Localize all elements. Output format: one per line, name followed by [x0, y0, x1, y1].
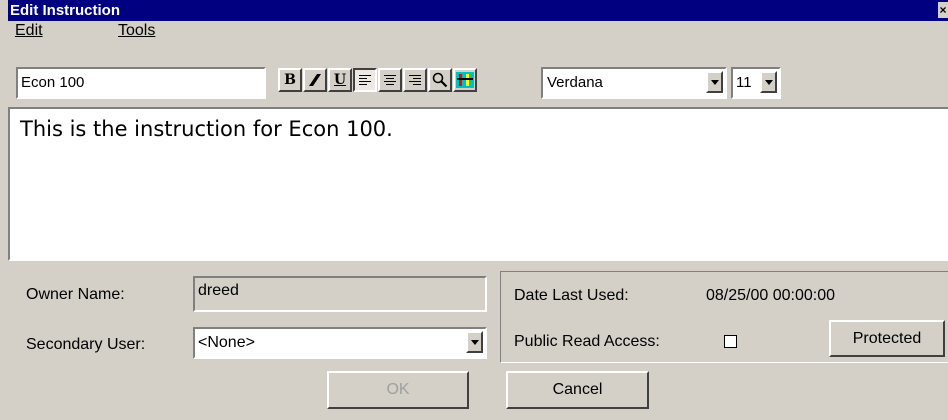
- align-left-icon: [359, 75, 371, 85]
- italic-icon: [309, 74, 321, 86]
- underline-button[interactable]: U: [328, 68, 352, 92]
- title-bar: Edit Instruction ×: [8, 0, 948, 21]
- bold-button[interactable]: B: [278, 68, 302, 92]
- align-right-icon: [409, 75, 421, 85]
- font-dropdown-button[interactable]: [706, 71, 723, 93]
- menu-edit-label: Edit: [15, 22, 43, 39]
- search-button[interactable]: [428, 68, 452, 92]
- ok-button[interactable]: OK: [327, 371, 469, 409]
- chevron-down-icon: [710, 79, 719, 85]
- secondary-user-dropdown-button[interactable]: [466, 331, 483, 353]
- chevron-down-icon: [764, 79, 773, 85]
- close-icon[interactable]: ×: [938, 2, 948, 18]
- size-dropdown-button[interactable]: [760, 71, 777, 93]
- instruction-text: This is the instruction for Econ 100.: [20, 117, 393, 141]
- color-picker-icon: [456, 72, 474, 88]
- menu-edit[interactable]: Edit: [15, 22, 43, 40]
- menu-bar: Edit Tools: [8, 21, 948, 41]
- color-picker-button[interactable]: [453, 68, 477, 92]
- font-size-select[interactable]: 11: [731, 67, 781, 99]
- chevron-down-icon: [470, 339, 479, 345]
- cancel-button[interactable]: Cancel: [506, 371, 649, 409]
- font-select-value: Verdana: [547, 74, 603, 91]
- instruction-name-input[interactable]: Econ 100: [16, 67, 266, 99]
- protected-button[interactable]: Protected: [829, 320, 945, 357]
- date-last-used-label: Date Last Used:: [514, 287, 629, 304]
- menu-tools[interactable]: Tools: [118, 22, 155, 40]
- public-read-access-label: Public Read Access:: [514, 333, 660, 350]
- secondary-user-select[interactable]: <None>: [193, 327, 487, 359]
- instruction-editor[interactable]: This is the instruction for Econ 100.: [8, 107, 948, 261]
- search-icon: [432, 72, 448, 88]
- owner-name-label: Owner Name:: [26, 286, 125, 303]
- menu-tools-label: Tools: [118, 22, 156, 39]
- secondary-user-value: <None>: [198, 334, 255, 351]
- align-center-icon: [384, 75, 396, 85]
- font-size-value: 11: [736, 74, 752, 91]
- align-center-button[interactable]: [378, 68, 402, 92]
- align-left-button[interactable]: [353, 68, 377, 92]
- edit-instruction-window: Edit Instruction × Edit Tools Econ 100 B…: [0, 0, 948, 420]
- secondary-user-label: Secondary User:: [26, 336, 146, 353]
- font-select[interactable]: Verdana: [541, 67, 727, 99]
- public-read-access-checkbox[interactable]: [724, 335, 737, 348]
- owner-name-field: dreed: [193, 276, 487, 312]
- window-title: Edit Instruction: [10, 2, 120, 19]
- italic-button[interactable]: [303, 68, 327, 92]
- date-last-used-value: 08/25/00 00:00:00: [706, 287, 836, 304]
- align-right-button[interactable]: [403, 68, 427, 92]
